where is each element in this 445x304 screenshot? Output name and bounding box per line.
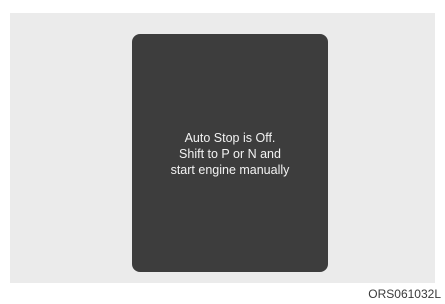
auto-stop-message: Auto Stop is Off. Shift to P or N and st…	[171, 130, 290, 178]
message-line-2: Shift to P or N and	[179, 147, 281, 161]
message-line-3: start engine manually	[170, 163, 290, 177]
cluster-message-panel: Auto Stop is Off. Shift to P or N and st…	[132, 34, 328, 272]
figure-code: ORS061032L	[368, 287, 441, 301]
message-line-1: Auto Stop is Off.	[184, 131, 276, 145]
